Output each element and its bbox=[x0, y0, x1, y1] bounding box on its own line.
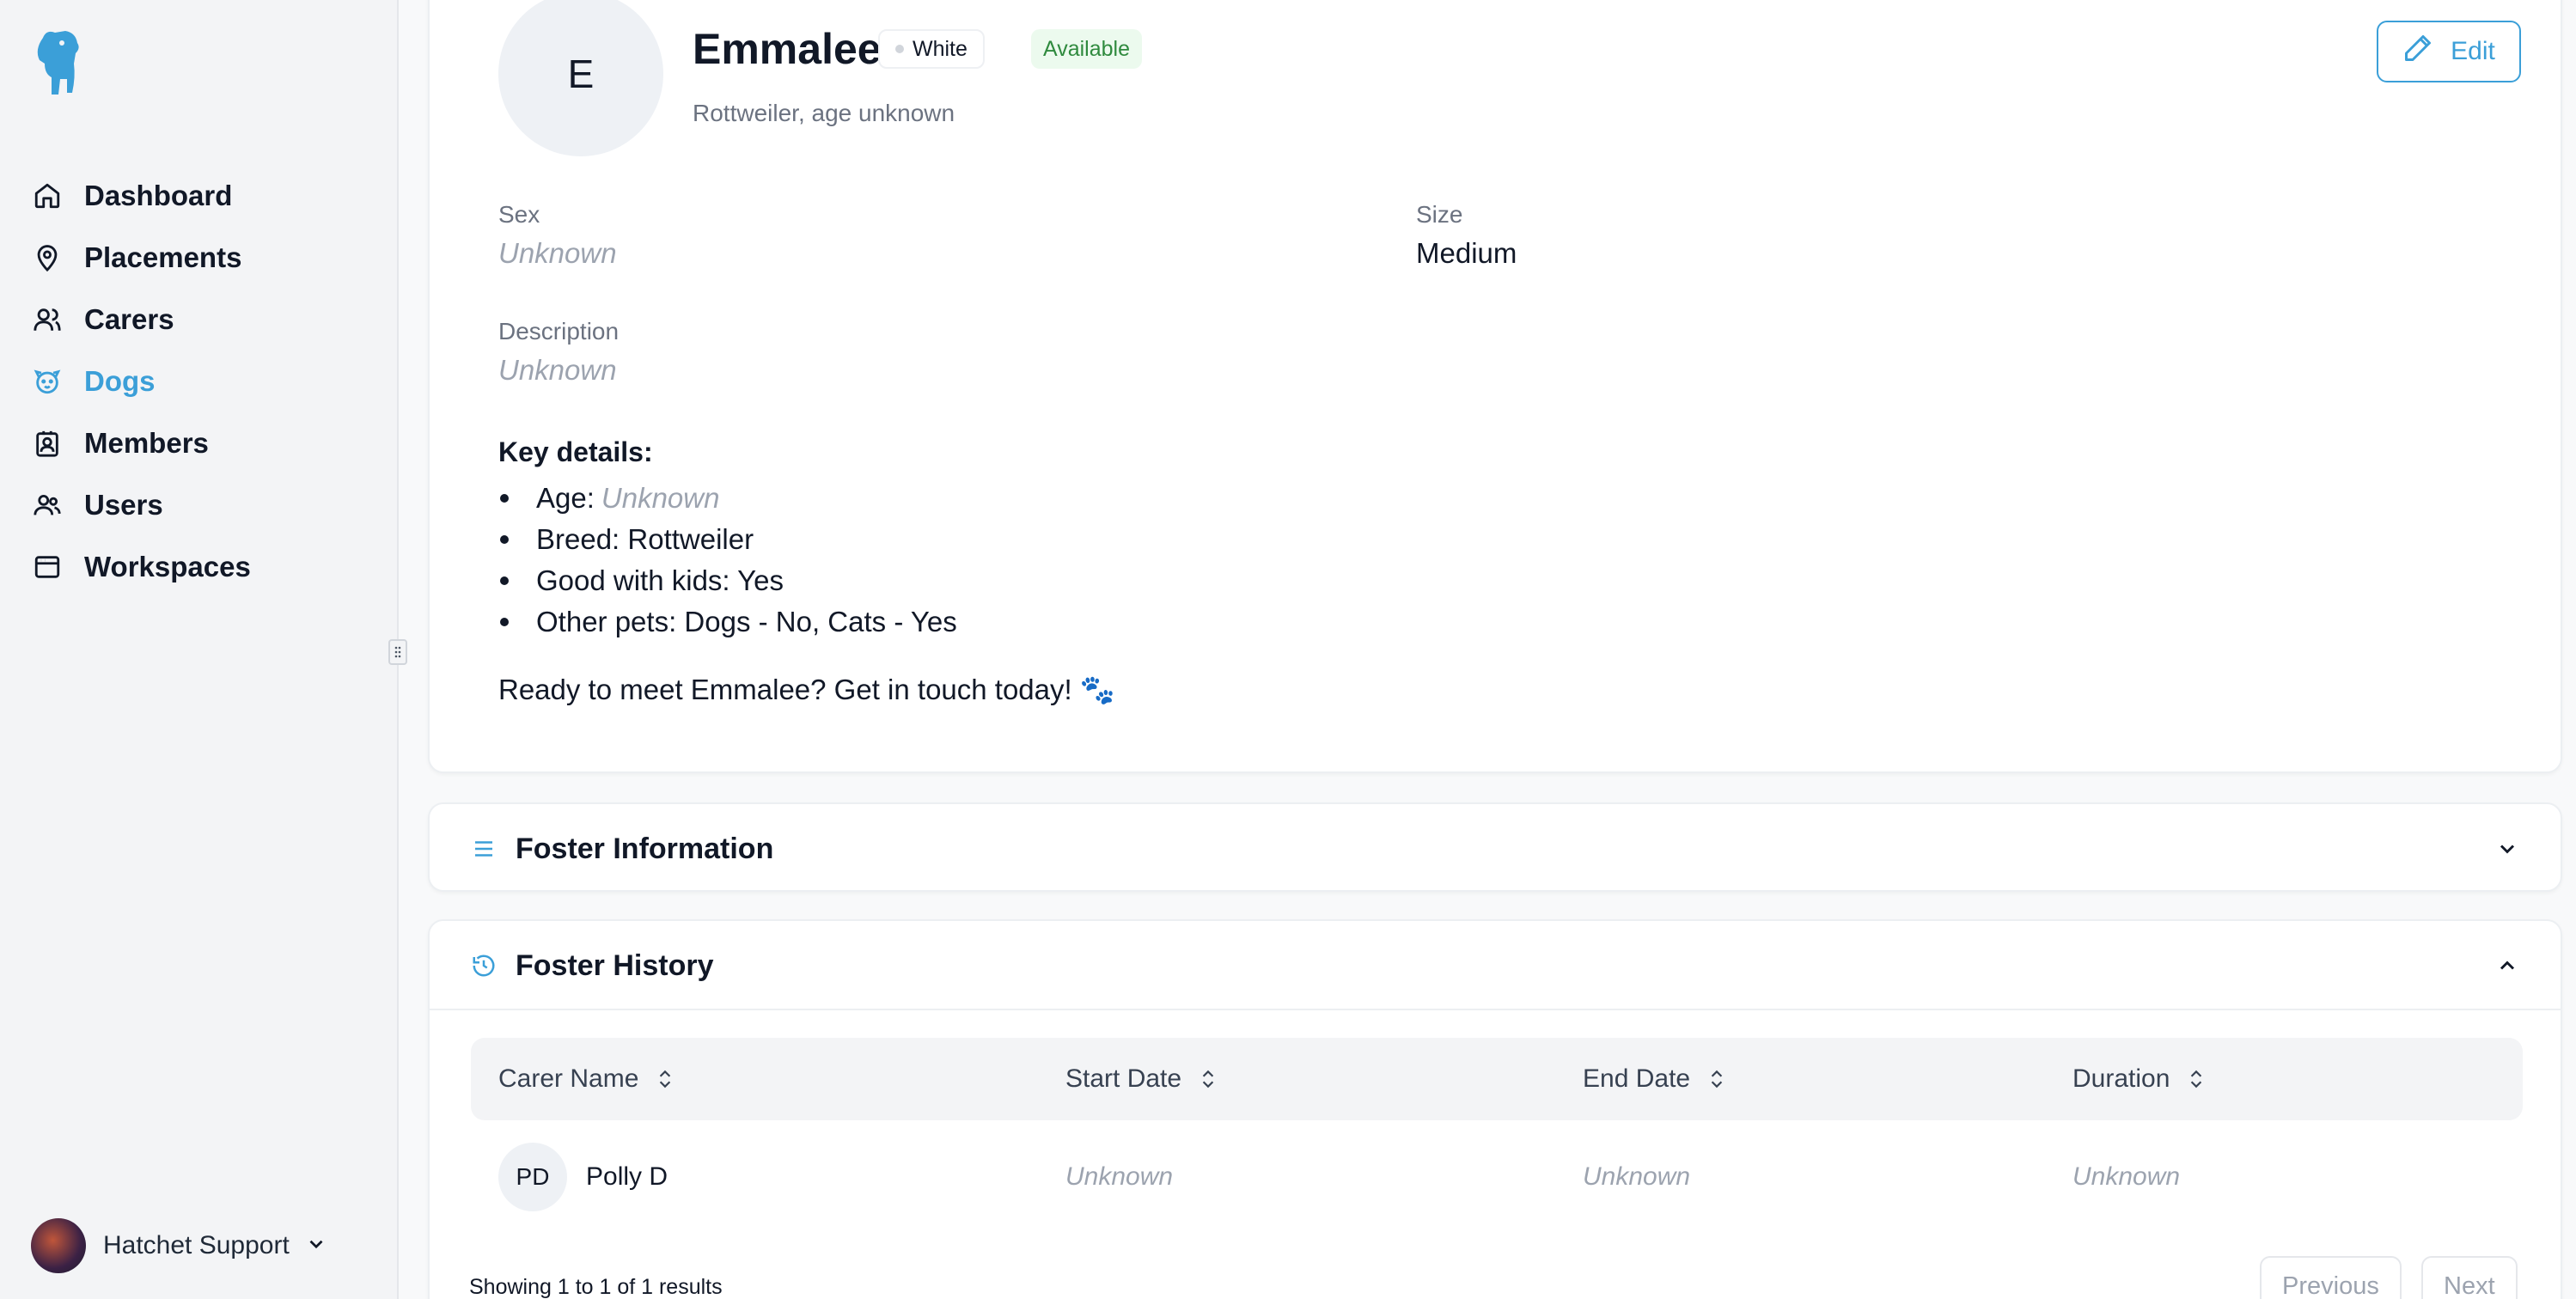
chevron-up-icon[interactable] bbox=[2492, 950, 2523, 981]
list-item: Good with kids: Yes bbox=[498, 560, 957, 601]
list-icon bbox=[471, 835, 498, 863]
key-detail-label: Good with kids: Yes bbox=[536, 564, 784, 596]
sidebar-item-carers[interactable]: Carers bbox=[31, 289, 375, 351]
sidebar-item-workspaces[interactable]: Workspaces bbox=[31, 536, 375, 598]
dog-subtitle: Rottweiler, age unknown bbox=[693, 100, 955, 126]
column-header-duration[interactable]: Duration bbox=[2072, 1038, 2207, 1120]
size-label: Size bbox=[1416, 201, 1463, 228]
sidebar-item-label: Carers bbox=[84, 303, 174, 335]
bullet-icon bbox=[500, 618, 509, 626]
sidebar-item-placements[interactable]: Placements bbox=[31, 227, 375, 289]
column-label: End Date bbox=[1583, 1064, 1691, 1093]
column-label: Duration bbox=[2072, 1064, 2170, 1093]
foster-history-section: Foster History Carer Name Start Date End… bbox=[428, 919, 2562, 1299]
avatar: PD bbox=[498, 1143, 567, 1211]
chevron-down-icon bbox=[305, 1233, 327, 1259]
history-icon bbox=[471, 952, 498, 979]
sidebar-item-label: Placements bbox=[84, 241, 242, 273]
sort-icon bbox=[1202, 1070, 1214, 1089]
key-detail-label: Breed: Rottweiler bbox=[536, 523, 754, 555]
previous-button[interactable]: Previous bbox=[2260, 1256, 2402, 1299]
next-button[interactable]: Next bbox=[2421, 1256, 2518, 1299]
dog-icon bbox=[31, 365, 64, 398]
table-header: Carer Name Start Date End Date Duration bbox=[471, 1038, 2523, 1120]
duration-cell: Unknown bbox=[2072, 1162, 2181, 1191]
sort-icon bbox=[2191, 1070, 2202, 1089]
foster-information-section[interactable]: Foster Information bbox=[428, 802, 2562, 892]
sort-icon bbox=[660, 1070, 671, 1089]
sidebar-item-members[interactable]: Members bbox=[31, 412, 375, 474]
carer-name: Polly D bbox=[586, 1162, 668, 1191]
key-detail-value: Unknown bbox=[601, 482, 720, 514]
sidebar-item-label: Dogs bbox=[84, 365, 156, 397]
sort-icon bbox=[1711, 1070, 1723, 1089]
column-header-carer-name[interactable]: Carer Name bbox=[498, 1038, 676, 1120]
chevron-down-icon[interactable] bbox=[2492, 833, 2523, 864]
user-menu[interactable]: Hatchet Support bbox=[31, 1218, 327, 1273]
sidebar-item-label: Workspaces bbox=[84, 551, 251, 582]
call-to-action: Ready to meet Emmalee? Get in touch toda… bbox=[498, 674, 1115, 705]
sidebar-item-users[interactable]: Users bbox=[31, 474, 375, 536]
size-value: Medium bbox=[1416, 237, 1517, 269]
bullet-icon bbox=[500, 494, 509, 503]
sex-label: Sex bbox=[498, 201, 540, 228]
column-header-start-date[interactable]: Start Date bbox=[1065, 1038, 1219, 1120]
list-item: Other pets: Dogs - No, Cats - Yes bbox=[498, 601, 957, 643]
user-group-icon bbox=[31, 489, 64, 521]
start-date-cell: Unknown bbox=[1065, 1162, 1174, 1191]
sidebar-item-label: Users bbox=[84, 489, 163, 521]
pagination-summary: Showing 1 to 1 of 1 results bbox=[469, 1275, 723, 1299]
section-title: Foster Information bbox=[516, 832, 774, 865]
sidebar-nav: Dashboard Placements Carers Dogs Members bbox=[31, 165, 375, 598]
sex-value: Unknown bbox=[498, 237, 617, 269]
list-item: Breed: Rottweiler bbox=[498, 519, 957, 560]
pencil-icon bbox=[2402, 33, 2451, 70]
foster-information-header[interactable]: Foster Information bbox=[471, 804, 773, 893]
column-header-end-date[interactable]: End Date bbox=[1583, 1038, 1728, 1120]
contact-icon bbox=[31, 427, 64, 460]
dog-name: Emmalee bbox=[693, 25, 882, 73]
sidebar-item-label: Dashboard bbox=[84, 180, 233, 211]
edit-button[interactable]: Edit bbox=[2377, 21, 2521, 82]
divider bbox=[430, 1009, 2561, 1010]
list-item: Age: Unknown bbox=[498, 478, 957, 519]
users-icon bbox=[31, 303, 64, 336]
color-dot-icon bbox=[895, 45, 904, 53]
color-badge: White bbox=[878, 29, 985, 69]
avatar bbox=[31, 1218, 86, 1273]
dog-avatar: E bbox=[498, 0, 663, 156]
key-details-title: Key details: bbox=[498, 436, 653, 467]
dog-profile-card: E Emmalee White Available Rottweiler, ag… bbox=[428, 0, 2562, 773]
key-details-list: Age: Unknown Breed: Rottweiler Good with… bbox=[498, 478, 957, 643]
main-content: E Emmalee White Available Rottweiler, ag… bbox=[400, 0, 2576, 1299]
description-label: Description bbox=[498, 318, 620, 345]
user-name: Hatchet Support bbox=[103, 1231, 290, 1259]
bullet-icon bbox=[500, 535, 509, 544]
sidebar-item-dogs[interactable]: Dogs bbox=[31, 351, 375, 412]
section-title: Foster History bbox=[516, 948, 714, 982]
dog-logo-icon[interactable] bbox=[31, 29, 82, 98]
column-label: Carer Name bbox=[498, 1064, 639, 1093]
map-pin-icon bbox=[31, 241, 64, 274]
table-row[interactable]: PD Polly D Unknown Unknown Unknown bbox=[471, 1136, 2523, 1218]
column-label: Start Date bbox=[1065, 1064, 1182, 1093]
foster-history-header[interactable]: Foster History bbox=[471, 921, 714, 1010]
browser-window-icon bbox=[31, 551, 64, 583]
sidebar: Dashboard Placements Carers Dogs Members bbox=[0, 0, 399, 1299]
color-badge-label: White bbox=[913, 36, 968, 61]
key-detail-label: Age: bbox=[536, 482, 595, 514]
home-icon bbox=[31, 180, 64, 212]
carer-cell: PD Polly D bbox=[498, 1136, 668, 1218]
status-badge: Available bbox=[1031, 29, 1143, 69]
key-detail-label: Other pets: Dogs - No, Cats - Yes bbox=[536, 606, 957, 637]
end-date-cell: Unknown bbox=[1583, 1162, 1691, 1191]
bullet-icon bbox=[500, 576, 509, 585]
description-value: Unknown bbox=[498, 354, 617, 386]
sidebar-item-label: Members bbox=[84, 427, 209, 459]
edit-button-label: Edit bbox=[2451, 37, 2495, 65]
sidebar-item-dashboard[interactable]: Dashboard bbox=[31, 165, 375, 227]
